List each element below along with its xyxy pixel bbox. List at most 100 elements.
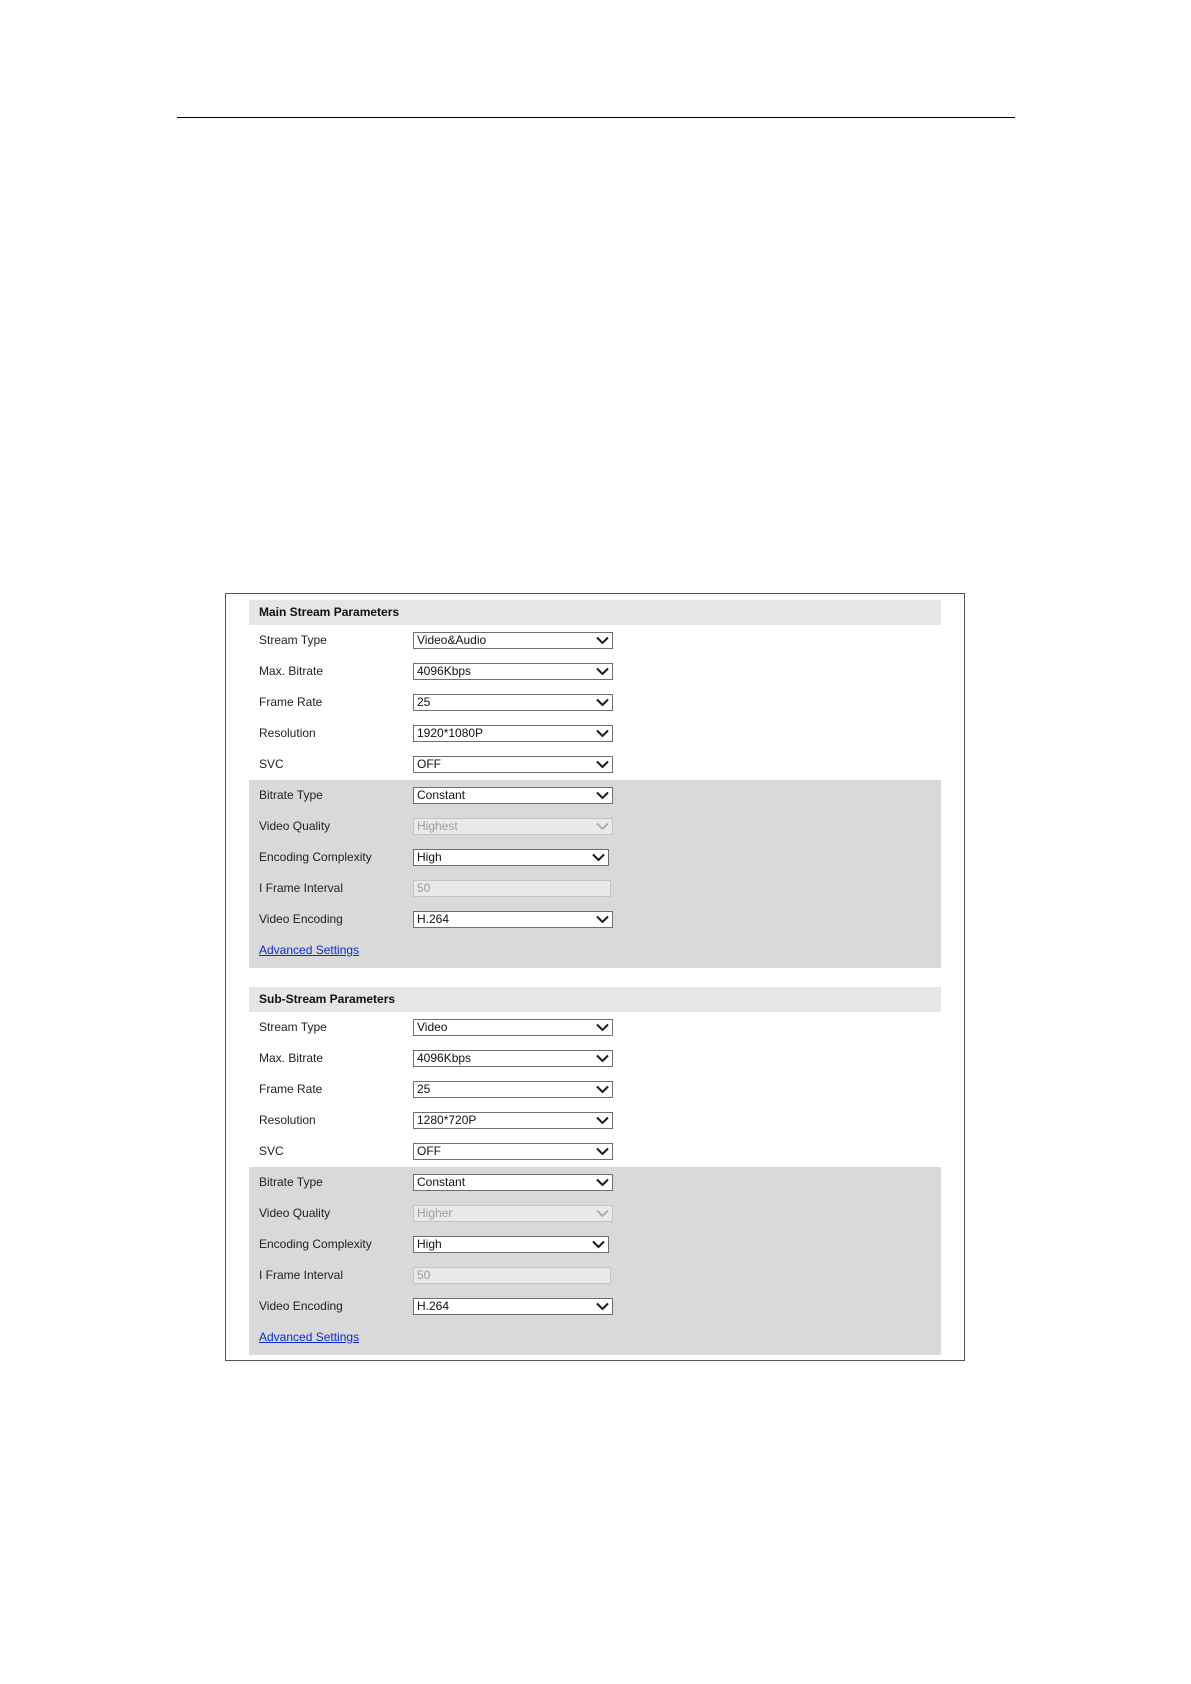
field-label: Video Encoding [259,912,343,926]
svc-row: SVC OFF [249,749,941,780]
select-value: 1280*720P [417,1113,477,1127]
stream-type-row: Stream Type Video [249,1012,941,1043]
select-value: Highest [417,819,458,833]
field-label: Video Quality [259,819,331,833]
select-value: High [417,1237,442,1251]
select-value: OFF [417,1144,441,1158]
i-frame-interval-row: I Frame Interval 50 [249,873,941,904]
select-value: Video&Audio [417,633,487,647]
stream-type-select[interactable]: Video&Audio [413,632,613,649]
chevron-down-icon [592,1240,605,1249]
field-label: Max. Bitrate [259,664,324,678]
i-frame-interval-input: 50 [413,1267,611,1284]
bitrate-type-select[interactable]: Constant [413,1174,613,1191]
field-label: Max. Bitrate [259,1051,324,1065]
select-value: High [417,850,442,864]
video-quality-select: Higher [413,1205,613,1222]
chevron-down-icon [596,915,609,924]
field-label: SVC [259,1144,284,1158]
svc-row: SVC OFF [249,1136,941,1167]
resolution-row: Resolution 1920*1080P [249,718,941,749]
chevron-down-icon [596,760,609,769]
field-label: Bitrate Type [259,1175,323,1189]
resolution-row: Resolution 1280*720P [249,1105,941,1136]
bitrate-type-row: Bitrate Type Constant [249,1167,941,1198]
select-value: 25 [417,1082,431,1096]
select-value: 4096Kbps [417,664,472,678]
section-title: Main Stream Parameters [249,600,941,625]
select-value: 4096Kbps [417,1051,472,1065]
stream-type-select[interactable]: Video [413,1019,613,1036]
encoding-complexity-row: Encoding Complexity High [249,842,941,873]
select-value: Video [417,1020,448,1034]
frame-rate-row: Frame Rate 25 [249,687,941,718]
resolution-select[interactable]: 1280*720P [413,1112,613,1129]
chevron-down-icon [596,729,609,738]
max-bitrate-row: Max. Bitrate 4096Kbps [249,1043,941,1074]
select-value: OFF [417,757,441,771]
i-frame-interval-input: 50 [413,880,611,897]
chevron-down-icon [596,1085,609,1094]
max-bitrate-row: Max. Bitrate 4096Kbps [249,656,941,687]
video-encoding-select[interactable]: H.264 [413,1298,613,1315]
svc-select[interactable]: OFF [413,756,613,773]
bitrate-type-row: Bitrate Type Constant [249,780,941,811]
chevron-down-icon [596,1147,609,1156]
field-label: Video Quality [259,1206,331,1220]
sub-stream-section: Sub-Stream Parameters Stream Type Video … [249,987,941,1355]
bitrate-type-select[interactable]: Constant [413,787,613,804]
chevron-down-icon [596,1302,609,1311]
video-quality-row: Video Quality Higher [249,1198,941,1229]
frame-rate-row: Frame Rate 25 [249,1074,941,1105]
field-label: Frame Rate [259,695,323,709]
video-encoding-row: Video Encoding H.264 [249,1291,941,1322]
main-stream-section: Main Stream Parameters Stream Type Video… [249,600,941,968]
encoding-complexity-select[interactable]: High [413,1236,609,1253]
chevron-down-icon [596,1209,609,1218]
frame-rate-select[interactable]: 25 [413,1081,613,1098]
stream-settings-figure: Main Stream Parameters Stream Type Video… [225,593,965,1361]
select-value: Constant [417,788,466,802]
encoding-complexity-select[interactable]: High [413,849,609,866]
chevron-down-icon [596,1023,609,1032]
svc-select[interactable]: OFF [413,1143,613,1160]
field-label: Stream Type [259,633,327,647]
select-value: H.264 [417,1299,450,1313]
chevron-down-icon [596,791,609,800]
field-label: Video Encoding [259,1299,343,1313]
select-value: 1920*1080P [417,726,484,740]
chevron-down-icon [596,667,609,676]
select-value: 25 [417,695,431,709]
resolution-select[interactable]: 1920*1080P [413,725,613,742]
stream-type-row: Stream Type Video&Audio [249,625,941,656]
page-header-rule [177,117,1015,118]
select-value: Higher [417,1206,453,1220]
encoding-complexity-row: Encoding Complexity High [249,1229,941,1260]
select-value: H.264 [417,912,450,926]
field-label: Bitrate Type [259,788,323,802]
max-bitrate-select[interactable]: 4096Kbps [413,663,613,680]
field-label: Resolution [259,726,316,740]
chevron-down-icon [596,698,609,707]
section-title: Sub-Stream Parameters [249,987,941,1012]
chevron-down-icon [596,1178,609,1187]
advanced-settings-row: Advanced Settings [249,935,941,968]
field-label: SVC [259,757,284,771]
frame-rate-select[interactable]: 25 [413,694,613,711]
chevron-down-icon [592,853,605,862]
chevron-down-icon [596,1116,609,1125]
advanced-settings-row: Advanced Settings [249,1322,941,1355]
chevron-down-icon [596,636,609,645]
field-label: Encoding Complexity [259,850,372,864]
video-encoding-select[interactable]: H.264 [413,911,613,928]
advanced-settings-link[interactable]: Advanced Settings [259,1322,359,1353]
i-frame-interval-row: I Frame Interval 50 [249,1260,941,1291]
chevron-down-icon [596,822,609,831]
field-label: Resolution [259,1113,316,1127]
advanced-settings-link[interactable]: Advanced Settings [259,935,359,966]
max-bitrate-select[interactable]: 4096Kbps [413,1050,613,1067]
field-label: I Frame Interval [259,881,344,895]
field-label: Encoding Complexity [259,1237,372,1251]
chevron-down-icon [596,1054,609,1063]
select-value: Constant [417,1175,466,1189]
